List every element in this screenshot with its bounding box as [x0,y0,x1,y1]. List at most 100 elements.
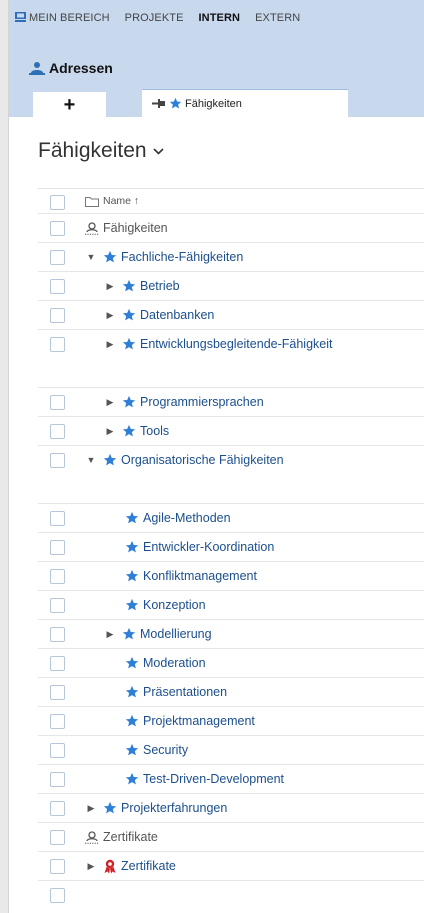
table-row[interactable]: ▶ Programmiersprachen [38,388,424,417]
row-label[interactable]: Test-Driven-Development [143,772,284,786]
table-row[interactable]: Konzeption [38,591,424,620]
row-label[interactable]: Programmiersprachen [140,395,264,409]
row-label[interactable]: Security [143,743,188,757]
row-checkbox[interactable] [50,626,65,642]
table-row[interactable]: Security [38,736,424,765]
row-checkbox[interactable] [50,220,65,236]
row-cell: ▶ Modellierung [104,627,212,641]
row-label[interactable]: Fachliche-Fähigkeiten [121,250,243,264]
tab-faehigkeiten[interactable]: Fähigkeiten [142,89,348,117]
row-checkbox[interactable] [50,655,65,671]
row-cell: Konfliktmanagement [125,569,257,583]
row-label[interactable]: Entwickler-Koordination [143,540,274,554]
row-label[interactable]: Agile-Methoden [143,511,231,525]
row-checkbox[interactable] [50,800,65,816]
row-checkbox[interactable] [50,684,65,700]
row-checkbox[interactable] [50,307,65,323]
expand-triangle-right-icon[interactable]: ▶ [104,339,116,350]
table-row[interactable]: Agile-Methoden [38,504,424,533]
row-checkbox[interactable] [50,539,65,555]
page-title-text: Fähigkeiten [38,139,147,162]
expand-triangle-right-icon[interactable]: ▶ [85,861,97,872]
expand-triangle-down-icon[interactable]: ▼ [85,455,97,465]
table-row[interactable]: ▼ Organisatorische Fähigkeiten [38,446,424,504]
star-icon [122,395,136,408]
table-row[interactable]: Fähigkeiten [38,214,424,243]
row-cell: Test-Driven-Development [125,772,284,786]
row-label[interactable]: Tools [140,424,169,438]
row-cell: ▼ Fachliche-Fähigkeiten [85,250,244,264]
table-row[interactable]: ▶ Datenbanken [38,301,424,330]
person-icon [85,830,99,844]
row-label[interactable]: Konzeption [143,598,206,612]
table-row[interactable]: Moderation [38,649,424,678]
row-label[interactable]: Projekterfahrungen [121,801,227,815]
nav-projekte[interactable]: PROJEKTE [125,12,184,24]
row-checkbox[interactable] [50,597,65,613]
row-label[interactable]: Konfliktmanagement [143,569,257,583]
star-icon [125,685,139,698]
expand-triangle-right-icon[interactable]: ▶ [104,310,116,321]
table-row[interactable]: ▶ Modellierung [38,620,424,649]
row-label[interactable]: Modellierung [140,627,212,641]
select-all-checkbox[interactable] [50,195,65,210]
row-cell: Security [125,743,188,757]
table-row[interactable]: Konfliktmanagement [38,562,424,591]
nav-mein-bereich[interactable]: MEIN BEREICH [15,12,110,24]
table-row[interactable]: Präsentationen [38,678,424,707]
table-row[interactable]: ▶ Tools [38,417,424,446]
row-label[interactable]: Datenbanken [140,308,214,322]
nav-extern[interactable]: EXTERN [255,12,300,24]
row-checkbox[interactable] [50,394,65,410]
row-label[interactable]: Entwicklungsbegleitende-Fähigkeit [140,337,332,351]
pin-icon[interactable] [152,99,165,108]
row-checkbox[interactable] [50,771,65,787]
table-row[interactable]: Zertifikate [38,823,424,852]
tab-bar: + Fähigkeiten [33,89,348,117]
table-row-empty[interactable] [38,881,424,910]
row-label[interactable]: Präsentationen [143,685,227,699]
expand-triangle-right-icon[interactable]: ▶ [85,803,97,814]
row-label[interactable]: Moderation [143,656,206,670]
row-cell: Entwickler-Koordination [125,540,274,554]
expand-triangle-right-icon[interactable]: ▶ [104,281,116,292]
column-header-name[interactable]: Name ↑ [85,195,139,207]
table-row[interactable]: Entwickler-Koordination [38,533,424,562]
table-row[interactable]: ▶ Projekterfahrungen [38,794,424,823]
row-checkbox[interactable] [50,568,65,584]
star-icon [103,250,117,263]
row-checkbox[interactable] [50,423,65,439]
expand-triangle-right-icon[interactable]: ▶ [104,426,116,437]
row-checkbox[interactable] [50,278,65,294]
table-row[interactable]: Test-Driven-Development [38,765,424,794]
expand-triangle-down-icon[interactable]: ▼ [85,252,97,262]
star-icon [125,598,139,611]
table-row[interactable]: Projektmanagement [38,707,424,736]
person-icon [85,221,99,235]
add-tab-button[interactable]: + [33,92,106,117]
expand-triangle-right-icon[interactable]: ▶ [104,397,116,408]
table-row[interactable]: ▶ Entwicklungsbegleitende-Fähigkeit [38,330,424,388]
nav-intern[interactable]: INTERN [199,12,241,24]
folder-icon [85,196,99,207]
row-checkbox[interactable] [50,829,65,845]
row-checkbox[interactable] [50,713,65,729]
column-header-label: Name ↑ [103,195,140,207]
table-row[interactable]: ▶ Zertifikate [38,852,424,881]
row-checkbox[interactable] [50,453,65,468]
row-label[interactable]: Betrieb [140,279,180,293]
row-checkbox[interactable] [50,888,65,903]
expand-triangle-right-icon[interactable]: ▶ [104,629,116,640]
table-row[interactable]: ▼ Fachliche-Fähigkeiten [38,243,424,272]
page-title[interactable]: Fähigkeiten [38,139,164,163]
row-checkbox[interactable] [50,858,65,874]
star-icon [103,453,117,466]
table-row[interactable]: ▶ Betrieb [38,272,424,301]
row-checkbox[interactable] [50,510,65,526]
row-checkbox[interactable] [50,742,65,758]
row-label[interactable]: Projektmanagement [143,714,255,728]
row-checkbox[interactable] [50,337,65,352]
row-checkbox[interactable] [50,249,65,265]
row-label[interactable]: Organisatorische Fähigkeiten [121,453,284,467]
row-label[interactable]: Zertifikate [121,859,176,873]
